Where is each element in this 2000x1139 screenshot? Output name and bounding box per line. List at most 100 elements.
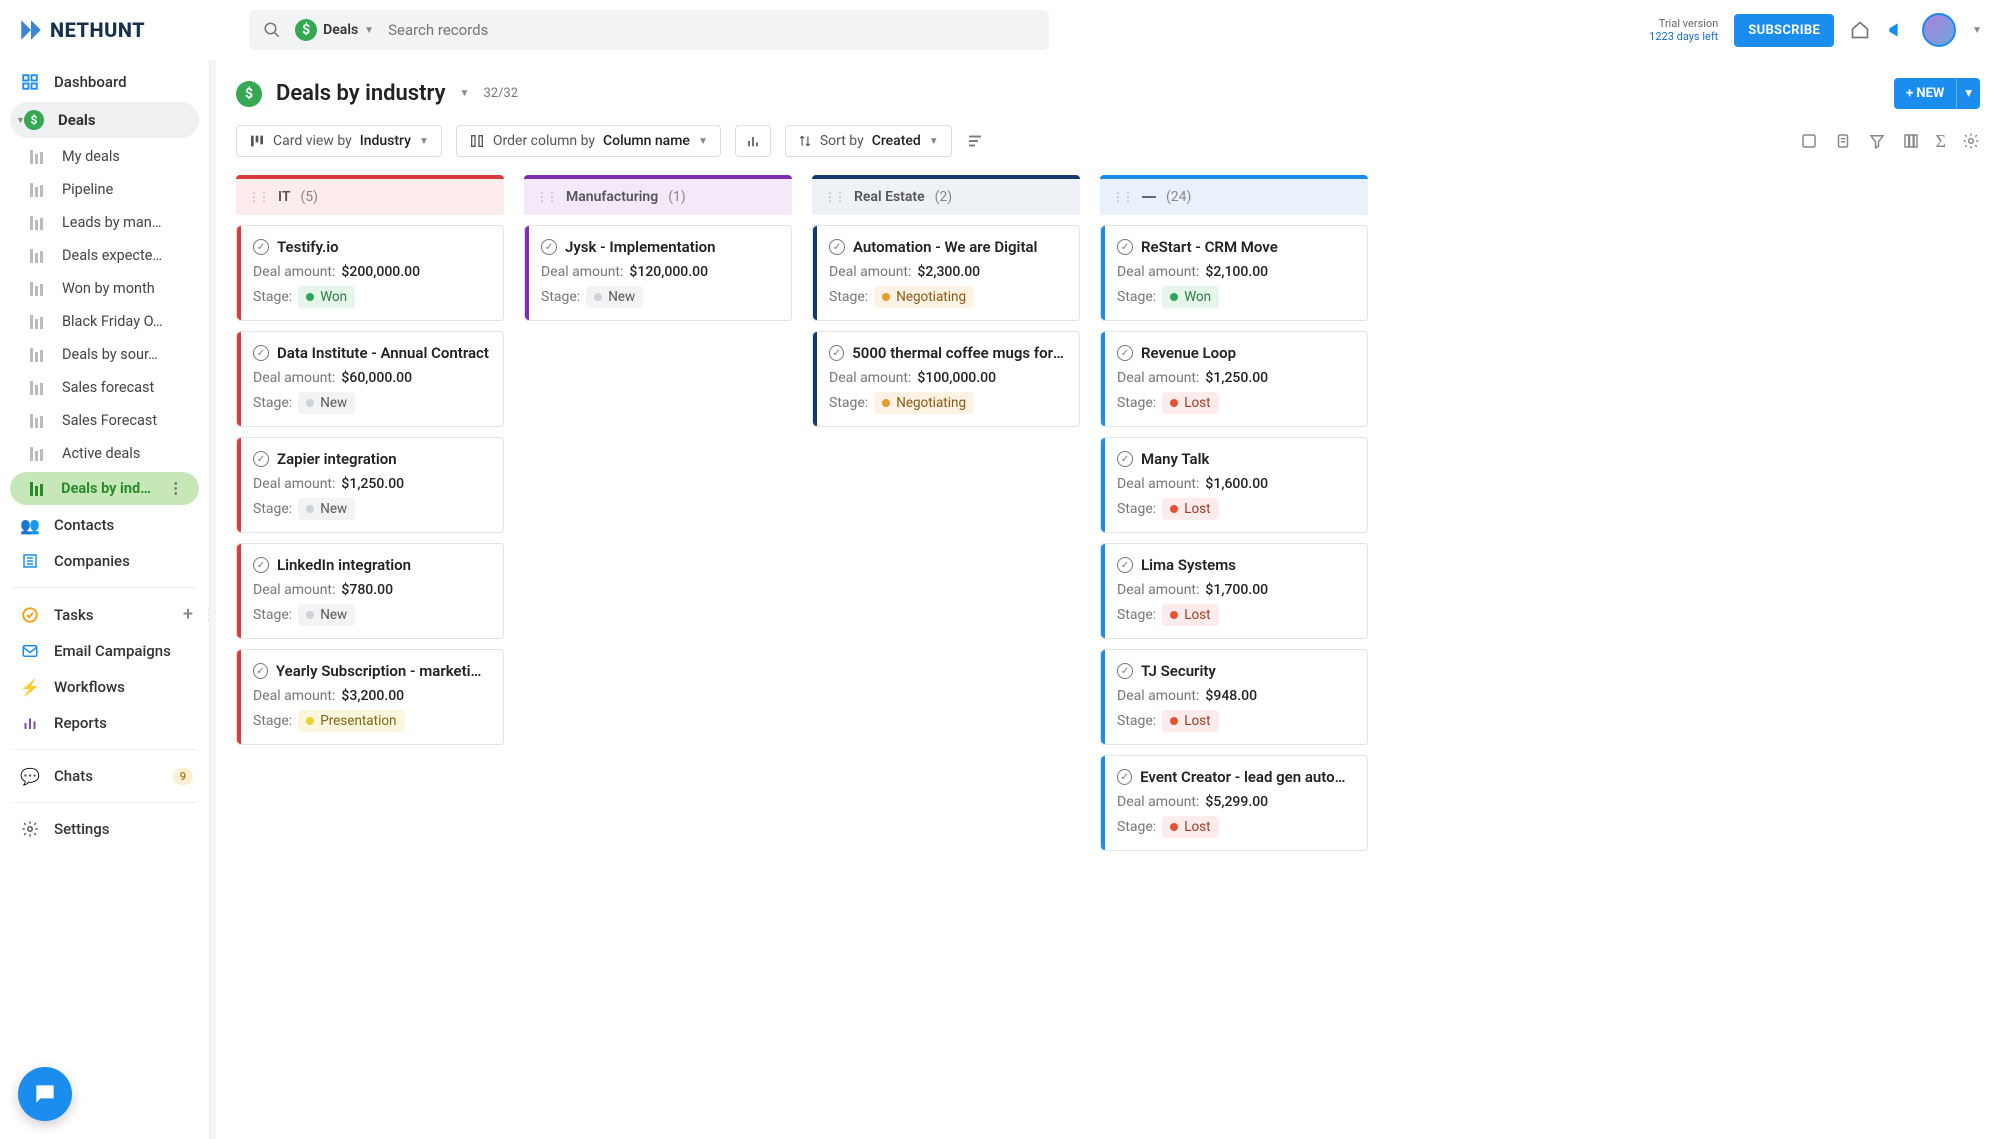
new-record-dropdown[interactable]: ▾ bbox=[1956, 78, 1980, 109]
deal-card[interactable]: ✓ReStart - CRM MoveDeal amount: $2,100.0… bbox=[1100, 225, 1368, 321]
sigma-icon[interactable]: Σ bbox=[1936, 131, 1946, 152]
kanban-view-icon bbox=[30, 216, 48, 230]
task-check-icon[interactable]: ✓ bbox=[541, 239, 557, 255]
sidebar-item-tasks[interactable]: Tasks + bbox=[0, 596, 209, 633]
sidebar-view-label: Deals expecte… bbox=[62, 247, 162, 264]
deal-card[interactable]: ✓Jysk - ImplementationDeal amount: $120,… bbox=[524, 225, 792, 321]
task-check-icon[interactable]: ✓ bbox=[1117, 239, 1133, 255]
card-title: Many Talk bbox=[1141, 450, 1209, 468]
sidebar-view-item[interactable]: Sales forecast bbox=[0, 371, 209, 404]
sidebar-view-item[interactable]: Deals by sour… bbox=[0, 338, 209, 371]
sidebar-view-label: Pipeline bbox=[62, 181, 113, 198]
task-check-icon[interactable]: ✓ bbox=[253, 557, 269, 573]
kanban-view-icon bbox=[30, 447, 48, 461]
deal-card[interactable]: ✓Data Institute - Annual ContractDeal am… bbox=[236, 331, 504, 427]
task-check-icon[interactable]: ✓ bbox=[1117, 663, 1133, 679]
task-check-icon[interactable]: ✓ bbox=[829, 239, 845, 255]
deal-card[interactable]: ✓5000 thermal coffee mugs for N…Deal amo… bbox=[812, 331, 1080, 427]
deal-card[interactable]: ✓Lima SystemsDeal amount: $1,700.00Stage… bbox=[1100, 543, 1368, 639]
card-title: Zapier integration bbox=[277, 450, 397, 468]
home-icon[interactable] bbox=[1850, 20, 1870, 40]
order-column-selector[interactable]: Order column by Column name ▼ bbox=[456, 125, 721, 157]
search-input[interactable] bbox=[388, 21, 1035, 39]
task-check-icon[interactable]: ✓ bbox=[1117, 345, 1133, 361]
view-menu-icon[interactable]: ⋮ bbox=[169, 480, 184, 497]
task-check-icon[interactable]: ✓ bbox=[253, 663, 268, 679]
deal-card[interactable]: ✓Zapier integrationDeal amount: $1,250.0… bbox=[236, 437, 504, 533]
sidebar-item-deals[interactable]: ▼ $ Deals bbox=[10, 102, 199, 138]
trial-info[interactable]: Trial version 1223 days left bbox=[1649, 17, 1718, 43]
sidebar-resize-handle[interactable]: ⋮ bbox=[201, 600, 210, 630]
subscribe-button[interactable]: SUBSCRIBE bbox=[1734, 14, 1834, 47]
column-header[interactable]: ⋮⋮Manufacturing(1) bbox=[524, 175, 792, 215]
sidebar-item-chats[interactable]: 💬 Chats 9 bbox=[0, 758, 209, 794]
sidebar-view-item[interactable]: Black Friday O… bbox=[0, 305, 209, 338]
task-check-icon[interactable]: ✓ bbox=[1117, 451, 1133, 467]
sidebar-view-item[interactable]: Sales Forecast bbox=[0, 404, 209, 437]
chart-toggle[interactable] bbox=[735, 125, 771, 157]
task-check-icon[interactable]: ✓ bbox=[253, 451, 269, 467]
task-check-icon[interactable]: ✓ bbox=[253, 345, 269, 361]
drag-grip-icon[interactable]: ⋮⋮ bbox=[824, 190, 844, 204]
card-view-selector[interactable]: Card view by Industry ▼ bbox=[236, 125, 442, 157]
kanban-view-icon bbox=[30, 381, 48, 395]
sidebar-view-item[interactable]: My deals bbox=[0, 140, 209, 173]
amount-value: $2,300.00 bbox=[917, 264, 980, 280]
columns-icon[interactable] bbox=[1902, 131, 1920, 152]
deal-card[interactable]: ✓Automation - We are DigitalDeal amount:… bbox=[812, 225, 1080, 321]
amount-value: $200,000.00 bbox=[341, 264, 420, 280]
sidebar-view-item[interactable]: Deals by indu… ⋮ bbox=[10, 472, 199, 505]
search-scope[interactable]: $ Deals ▼ bbox=[295, 19, 374, 41]
sidebar-view-item[interactable]: Active deals bbox=[0, 437, 209, 470]
task-check-icon[interactable]: ✓ bbox=[1117, 769, 1132, 785]
task-check-icon[interactable]: ✓ bbox=[1117, 557, 1133, 573]
deal-card[interactable]: ✓Testify.ioDeal amount: $200,000.00Stage… bbox=[236, 225, 504, 321]
drag-grip-icon[interactable]: ⋮⋮ bbox=[248, 190, 268, 204]
intercom-launcher[interactable] bbox=[18, 1067, 72, 1121]
sidebar-item-dashboard[interactable]: Dashboard bbox=[0, 64, 209, 100]
user-avatar[interactable] bbox=[1922, 13, 1956, 47]
column-header[interactable]: ⋮⋮IT(5) bbox=[236, 175, 504, 215]
column-header[interactable]: ⋮⋮Real Estate(2) bbox=[812, 175, 1080, 215]
settings-gear-icon[interactable] bbox=[1962, 131, 1980, 152]
column-name: IT bbox=[278, 189, 290, 205]
sidebar-view-label: Deals by indu… bbox=[61, 480, 154, 497]
stage-label: Stage: bbox=[253, 501, 292, 517]
clipboard-icon[interactable] bbox=[1834, 131, 1852, 152]
sidebar-label: Dashboard bbox=[54, 73, 127, 91]
announce-icon[interactable] bbox=[1886, 20, 1906, 40]
amount-label: Deal amount: bbox=[829, 370, 911, 386]
drag-grip-icon[interactable]: ⋮⋮ bbox=[536, 190, 556, 204]
deal-card[interactable]: ✓Yearly Subscription - marketing t…Deal … bbox=[236, 649, 504, 745]
sidebar-view-item[interactable]: Won by month bbox=[0, 272, 209, 305]
deal-card[interactable]: ✓Many TalkDeal amount: $1,600.00Stage: L… bbox=[1100, 437, 1368, 533]
sidebar-view-item[interactable]: Deals expecte… bbox=[0, 239, 209, 272]
task-check-icon[interactable]: ✓ bbox=[253, 239, 269, 255]
deal-card[interactable]: ✓Revenue LoopDeal amount: $1,250.00Stage… bbox=[1100, 331, 1368, 427]
search-icon[interactable] bbox=[263, 21, 281, 39]
sidebar-item-reports[interactable]: Reports bbox=[0, 705, 209, 741]
group-icon[interactable] bbox=[966, 132, 984, 150]
column-header[interactable]: ⋮⋮(24) bbox=[1100, 175, 1368, 215]
search-bar[interactable]: $ Deals ▼ bbox=[249, 10, 1049, 50]
sidebar-view-item[interactable]: Pipeline bbox=[0, 173, 209, 206]
new-record-button[interactable]: + NEW bbox=[1894, 78, 1956, 109]
view-menu-caret[interactable]: ▼ bbox=[460, 88, 470, 99]
drag-grip-icon[interactable]: ⋮⋮ bbox=[1112, 190, 1132, 204]
sidebar-item-campaigns[interactable]: Email Campaigns bbox=[0, 633, 209, 669]
deal-card[interactable]: ✓LinkedIn integrationDeal amount: $780.0… bbox=[236, 543, 504, 639]
app-logo[interactable]: NETHUNT bbox=[18, 17, 145, 43]
sidebar-item-contacts[interactable]: 👥 Contacts bbox=[0, 507, 209, 543]
form-view-icon[interactable] bbox=[1800, 131, 1818, 152]
deal-card[interactable]: ✓TJ SecurityDeal amount: $948.00Stage: L… bbox=[1100, 649, 1368, 745]
task-check-icon[interactable]: ✓ bbox=[829, 345, 844, 361]
add-task-icon[interactable]: + bbox=[183, 604, 193, 625]
filter-icon[interactable] bbox=[1868, 131, 1886, 152]
deal-card[interactable]: ✓Event Creator - lead gen automa…Deal am… bbox=[1100, 755, 1368, 851]
sidebar-item-settings[interactable]: Settings bbox=[0, 811, 209, 847]
sort-selector[interactable]: Sort by Created ▼ bbox=[785, 125, 952, 157]
sidebar-item-companies[interactable]: Companies bbox=[0, 543, 209, 579]
user-menu-caret[interactable]: ▼ bbox=[1972, 25, 1982, 36]
sidebar-item-workflows[interactable]: ⚡ Workflows bbox=[0, 669, 209, 705]
sidebar-view-item[interactable]: Leads by man… bbox=[0, 206, 209, 239]
